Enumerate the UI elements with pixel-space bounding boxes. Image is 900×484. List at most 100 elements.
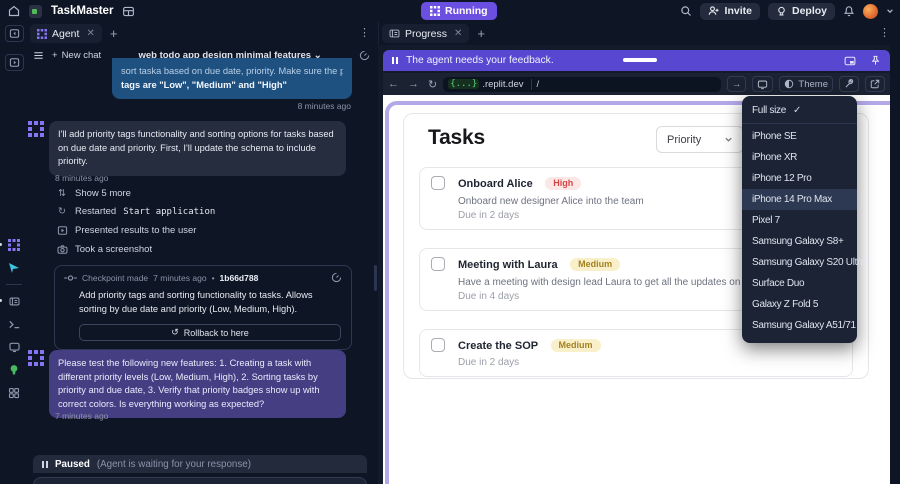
pane-menu-icon[interactable]: ⋮	[879, 26, 890, 39]
feedback-banner: The agent needs your feedback.	[383, 50, 890, 71]
new-tab-button[interactable]: +	[110, 26, 118, 41]
sidebar-agent-icon[interactable]	[0, 238, 22, 252]
app-icon	[29, 4, 42, 18]
pin-icon[interactable]	[870, 55, 881, 67]
open-external-icon[interactable]	[865, 76, 885, 92]
menu-item-device[interactable]: Samsung Galaxy S8+	[742, 231, 857, 252]
priority-badge: Medium	[570, 257, 621, 271]
tab-agent[interactable]: Agent ✕	[30, 24, 102, 43]
sidebar-apps-icon[interactable]	[6, 386, 22, 400]
plus-icon: +	[52, 50, 58, 61]
agent-message: Please test the following new features: …	[49, 350, 346, 418]
tab-progress[interactable]: Progress ✕	[382, 24, 470, 43]
task-checkbox[interactable]	[431, 338, 445, 352]
sidebar-assistant-icon[interactable]	[6, 261, 22, 275]
tasks-page-title: Tasks	[428, 126, 485, 149]
menu-item-device[interactable]: iPhone SE	[742, 126, 857, 147]
theme-button[interactable]: Theme	[779, 76, 833, 92]
menu-item-device[interactable]: Galaxy Z Fold 5	[742, 294, 857, 315]
deploy-button[interactable]: Deploy	[767, 2, 835, 20]
progress-indicator	[623, 58, 657, 62]
history-gauge-icon[interactable]	[331, 272, 342, 283]
search-icon[interactable]	[680, 5, 692, 17]
paused-status-bar: Paused (Agent is waiting for your respon…	[33, 455, 367, 473]
history-gauge-icon[interactable]	[359, 50, 370, 61]
rollback-icon: ↺	[171, 327, 179, 337]
sidebar-divider	[6, 284, 22, 285]
picture-in-picture-icon[interactable]	[844, 55, 856, 67]
sidebar-console-icon[interactable]	[6, 340, 22, 354]
user-avatar[interactable]	[863, 3, 878, 19]
url-path: /	[530, 78, 539, 90]
hamburger-menu-icon[interactable]	[33, 50, 44, 61]
forward-icon[interactable]: →	[408, 78, 419, 90]
pause-icon	[392, 57, 398, 64]
sidebar-toggle-button[interactable]	[5, 25, 24, 42]
menu-item-device[interactable]: iPhone XR	[742, 147, 857, 168]
devtools-wrench-icon[interactable]	[839, 76, 859, 92]
tool-sidebar	[0, 45, 28, 484]
menu-item-device[interactable]: iPhone 12 Pro	[742, 168, 857, 189]
close-tab-icon[interactable]: ✕	[454, 28, 462, 39]
device-size-menu: Full size ✓ iPhone SE iPhone XR iPhone 1…	[742, 96, 866, 343]
go-button[interactable]: →	[726, 76, 747, 92]
screenshot-row: Took a screenshot	[56, 244, 152, 255]
pane-menu-icon[interactable]: ⋮	[359, 26, 370, 39]
menu-item-device[interactable]: Surface Duo	[742, 273, 857, 294]
file-tree-toggle[interactable]	[4, 54, 24, 71]
url-field[interactable]: {...} .replit.dev /	[443, 76, 721, 92]
close-tab-icon[interactable]: ✕	[86, 28, 94, 39]
new-chat-button[interactable]: + New chat	[52, 50, 101, 61]
left-tab-bar: Agent ✕ + ⋮	[0, 22, 378, 45]
checkpoint-description: Add priority tags and sorting functional…	[79, 290, 313, 314]
top-bar: TaskMaster Running Invite Deploy	[0, 0, 900, 22]
notifications-bell-icon[interactable]	[843, 5, 855, 17]
checkpoint-hash: 1b66d788	[219, 272, 259, 283]
menu-item-device[interactable]: Samsung Galaxy A51/71	[742, 315, 857, 336]
presented-icon	[56, 225, 68, 236]
device-toolbar-button[interactable]	[752, 76, 774, 92]
menu-item-full-size[interactable]: Full size ✓	[742, 100, 857, 121]
app-window-icon[interactable]	[122, 5, 135, 18]
preview-icon	[389, 29, 400, 38]
running-button[interactable]: Running	[421, 2, 497, 20]
monitor-icon	[758, 80, 768, 89]
sidebar-preview-icon[interactable]	[0, 294, 22, 308]
show-more-row[interactable]: ⇅ Show 5 more	[56, 188, 131, 199]
pause-icon	[42, 460, 48, 468]
new-tab-button[interactable]: +	[477, 26, 485, 41]
chevron-down-icon	[725, 137, 732, 142]
camera-icon	[56, 244, 68, 255]
agent-message-timestamp: 8 minutes ago	[55, 173, 109, 183]
check-icon: ✓	[792, 105, 802, 116]
rollback-button[interactable]: ↺ Rollback to here	[79, 324, 341, 341]
sidebar-shell-icon[interactable]	[6, 317, 22, 331]
task-checkbox[interactable]	[431, 176, 445, 190]
task-due: Due in 2 days	[458, 357, 520, 368]
home-icon[interactable]	[8, 5, 20, 17]
menu-item-device[interactable]: Pixel 7	[742, 210, 857, 231]
priority-badge: Medium	[550, 338, 601, 352]
back-icon[interactable]: ←	[388, 78, 399, 90]
pane-right-edge	[890, 45, 900, 484]
app-title: TaskMaster	[51, 5, 114, 17]
url-bar: ← → ↻ {...} .replit.dev / → Theme	[383, 73, 890, 95]
user-message: sort taska based on due date, priority. …	[112, 58, 352, 99]
menu-item-device[interactable]: Samsung Galaxy S20 Ultra	[742, 252, 866, 273]
agent-message-timestamp: 7 minutes ago	[55, 411, 109, 421]
refresh-icon[interactable]: ↻	[428, 78, 437, 91]
checkpoint-card: Checkpoint made 7 minutes ago • 1b66d788…	[54, 265, 352, 350]
replit-workspace: TaskMaster Running Invite Deploy Agent ✕…	[0, 0, 900, 484]
menu-item-device[interactable]: iPhone 14 Pro Max	[742, 189, 857, 210]
invite-button[interactable]: Invite	[699, 2, 760, 20]
task-checkbox[interactable]	[431, 257, 445, 271]
sort-priority-select[interactable]: Priority	[656, 126, 744, 153]
checkpoint-icon	[64, 274, 77, 282]
chat-scrollbar[interactable]	[374, 265, 377, 291]
chat-input[interactable]	[33, 477, 367, 484]
presented-results-row: Presented results to the user	[56, 225, 196, 236]
restarted-row: ↻ Restarted Start application	[56, 206, 215, 217]
chevron-down-icon[interactable]	[886, 7, 894, 15]
url-host: .replit.dev	[482, 78, 524, 90]
sidebar-database-icon[interactable]	[6, 363, 22, 377]
